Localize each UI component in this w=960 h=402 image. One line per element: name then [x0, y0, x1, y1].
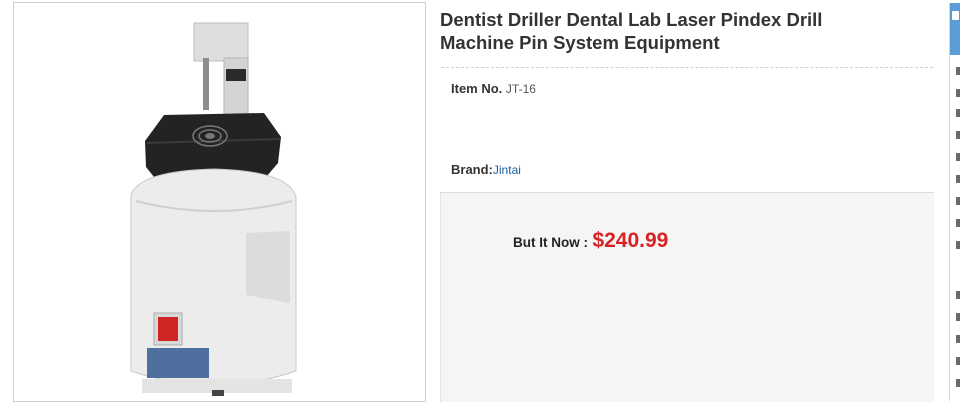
- brand-row: Brand:Jintai: [451, 162, 521, 177]
- product-info-panel: Dentist Driller Dental Lab Laser Pindex …: [437, 0, 937, 402]
- side-panel-text: [956, 175, 960, 183]
- product-image[interactable]: [14, 3, 426, 402]
- side-panel-text: [956, 67, 960, 75]
- side-panel: [949, 3, 960, 401]
- price: $240.99: [592, 229, 669, 252]
- side-panel-header[interactable]: [950, 3, 960, 55]
- side-panel-text: [956, 219, 960, 227]
- side-panel-text: [956, 313, 960, 321]
- buy-box: But It Now : $240.99: [440, 192, 934, 402]
- side-panel-text: [956, 357, 960, 365]
- side-panel-text: [956, 241, 960, 249]
- side-panel-icon: [952, 11, 959, 20]
- side-panel-text: [956, 89, 960, 97]
- side-panel-text: [956, 131, 960, 139]
- product-image-frame: [13, 2, 426, 402]
- brand-link[interactable]: Jintai: [493, 163, 521, 177]
- buy-now-label: But It Now :: [513, 235, 588, 250]
- side-panel-text: [956, 291, 960, 299]
- side-panel-text: [956, 197, 960, 205]
- side-panel-text: [956, 335, 960, 343]
- brand-label: Brand:: [451, 162, 493, 177]
- side-panel-text: [956, 109, 960, 117]
- product-title: Dentist Driller Dental Lab Laser Pindex …: [440, 9, 823, 53]
- side-panel-text: [956, 153, 960, 161]
- item-number-row: Item No. JT-16: [451, 81, 536, 96]
- item-number-value: JT-16: [505, 82, 536, 96]
- divider: [441, 67, 933, 68]
- item-number-label: Item No.: [451, 81, 503, 96]
- buy-now-row: But It Now : $240.99: [513, 229, 668, 253]
- side-panel-text: [956, 379, 960, 387]
